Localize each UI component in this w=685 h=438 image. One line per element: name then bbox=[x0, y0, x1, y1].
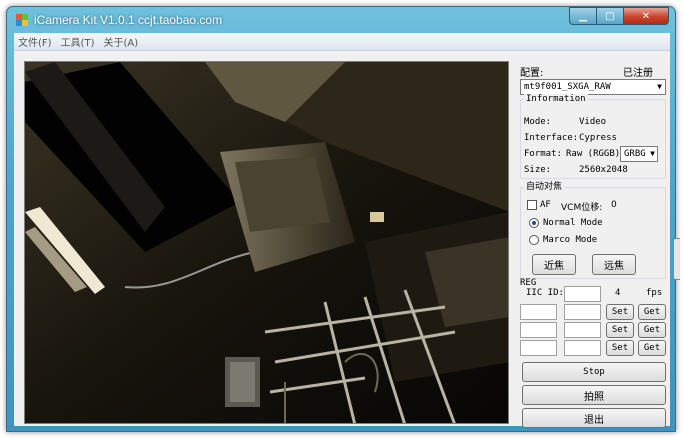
format-label: Format: bbox=[524, 149, 562, 159]
far-focus-label: 远焦 bbox=[604, 261, 624, 272]
config-label: 配置: bbox=[520, 68, 544, 79]
vcm-label: VCM位移: bbox=[561, 203, 603, 213]
app-icon bbox=[16, 14, 28, 26]
camera-preview bbox=[24, 61, 509, 424]
caption-buttons: ▁ □ ✕ bbox=[569, 7, 669, 25]
maximize-icon: □ bbox=[605, 10, 615, 22]
mode-label: Mode: bbox=[524, 117, 552, 127]
control-panel: 配置: 已注册 mt9f001_SXGA_RAW ▼ Information M… bbox=[518, 57, 668, 428]
reg-value-input[interactable] bbox=[564, 340, 601, 356]
menu-tools[interactable]: 工具(T) bbox=[61, 34, 95, 49]
iic-id-input[interactable] bbox=[564, 286, 601, 302]
reg-value-input[interactable] bbox=[564, 322, 601, 338]
reg-address-input[interactable] bbox=[520, 340, 557, 356]
bayer-select[interactable]: GRBG ▼ bbox=[620, 146, 658, 162]
config-select[interactable]: mt9f001_SXGA_RAW ▼ bbox=[520, 79, 666, 95]
reg-get-button[interactable]: Get bbox=[638, 340, 666, 356]
client-area: 文件(F) 工具(T) 关于(A) 配置: 已注册 mt9f001_SXGA_R… bbox=[14, 33, 680, 428]
macro-mode-radio[interactable] bbox=[529, 235, 539, 245]
reg-get-button[interactable]: Get bbox=[638, 304, 666, 320]
minimize-icon: ▁ bbox=[579, 10, 587, 22]
chevron-down-icon: ▼ bbox=[650, 149, 655, 158]
stop-button[interactable]: Stop bbox=[522, 362, 666, 382]
near-focus-button[interactable]: 近焦 bbox=[532, 254, 576, 275]
reg-set-label: Set bbox=[611, 325, 629, 335]
capture-button[interactable]: 拍照 bbox=[522, 385, 666, 405]
reg-get-label: Get bbox=[643, 307, 661, 317]
mode-value: Video bbox=[579, 117, 607, 127]
reg-set-label: Set bbox=[611, 307, 629, 317]
reg-address-input[interactable] bbox=[520, 322, 557, 338]
minimize-button[interactable]: ▁ bbox=[569, 7, 596, 25]
reg-get-button[interactable]: Get bbox=[638, 322, 666, 338]
app-window: iCamera Kit V1.0.1 ccjt.taobao.com ▁ □ ✕… bbox=[6, 6, 680, 432]
reg-value-input[interactable] bbox=[564, 304, 601, 320]
maximize-button[interactable]: □ bbox=[596, 7, 623, 25]
menu-file[interactable]: 文件(F) bbox=[18, 34, 52, 49]
reg-set-button[interactable]: Set bbox=[606, 304, 634, 320]
window-title: iCamera Kit V1.0.1 ccjt.taobao.com bbox=[34, 13, 223, 27]
autofocus-group: 自动对焦 AF VCM位移: 0 Normal Mode Marco Mode … bbox=[520, 182, 666, 279]
interface-label: Interface: bbox=[524, 133, 579, 143]
normal-mode-label: Normal Mode bbox=[543, 218, 603, 228]
reg-get-label: Get bbox=[643, 325, 661, 335]
stop-label: Stop bbox=[583, 367, 605, 377]
reg-set-label: Set bbox=[611, 343, 629, 353]
fps-value: 4 bbox=[615, 288, 621, 298]
reg-get-label: Get bbox=[643, 343, 661, 353]
size-label: Size: bbox=[524, 165, 552, 175]
title-bar[interactable]: iCamera Kit V1.0.1 ccjt.taobao.com ▁ □ ✕ bbox=[7, 7, 675, 33]
format-value: Raw (RGGB) bbox=[566, 149, 621, 159]
vcm-value: 0 bbox=[611, 200, 617, 210]
panel-splitter-handle[interactable] bbox=[673, 238, 680, 280]
macro-mode-label: Marco Mode bbox=[543, 235, 598, 245]
reg-set-button[interactable]: Set bbox=[606, 322, 634, 338]
normal-mode-radio[interactable] bbox=[529, 218, 539, 228]
near-focus-label: 近焦 bbox=[544, 261, 564, 272]
close-button[interactable]: ✕ bbox=[623, 7, 669, 25]
af-checkbox[interactable] bbox=[527, 200, 537, 210]
autofocus-title: 自动对焦 bbox=[524, 182, 565, 193]
config-select-value: mt9f001_SXGA_RAW bbox=[524, 82, 611, 92]
menu-about[interactable]: 关于(A) bbox=[103, 34, 138, 49]
camera-frame-image bbox=[25, 62, 508, 423]
af-label: AF bbox=[540, 200, 551, 210]
size-value: 2560x2048 bbox=[579, 165, 628, 175]
capture-label: 拍照 bbox=[584, 391, 604, 403]
reg-set-button[interactable]: Set bbox=[606, 340, 634, 356]
chevron-down-icon: ▼ bbox=[657, 82, 662, 91]
bayer-select-value: GRBG bbox=[624, 149, 646, 159]
information-title: Information bbox=[524, 94, 588, 105]
interface-value: Cypress bbox=[579, 133, 617, 143]
registered-status: 已注册 bbox=[623, 68, 653, 79]
exit-button[interactable]: 退出 bbox=[522, 408, 666, 428]
fps-label: fps bbox=[646, 288, 663, 298]
iic-id-label: IIC ID: bbox=[526, 288, 564, 298]
exit-label: 退出 bbox=[584, 414, 604, 426]
information-group: Information Mode: Video Interface: Cypre… bbox=[520, 94, 666, 179]
reg-address-input[interactable] bbox=[520, 304, 557, 320]
menu-bar: 文件(F) 工具(T) 关于(A) bbox=[14, 33, 670, 51]
close-icon: ✕ bbox=[641, 10, 651, 22]
reg-title: REG bbox=[520, 278, 537, 288]
far-focus-button[interactable]: 远焦 bbox=[592, 254, 636, 275]
